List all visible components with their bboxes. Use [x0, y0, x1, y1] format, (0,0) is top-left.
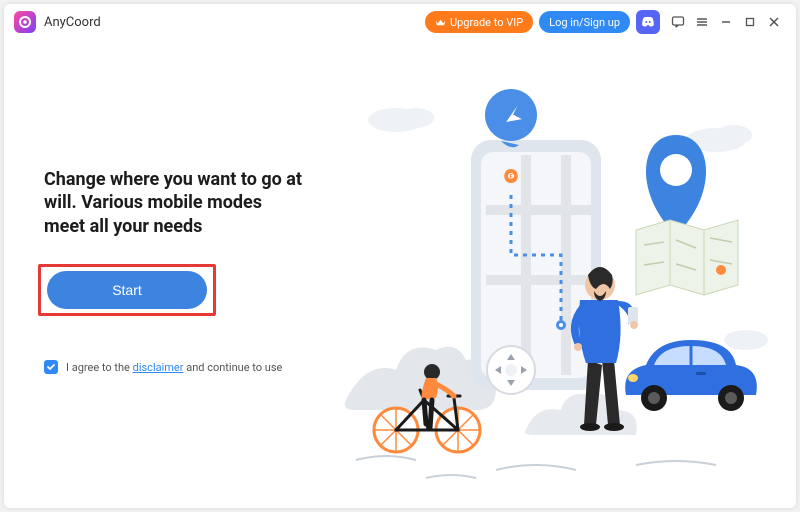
agree-prefix: I agree to the — [66, 361, 133, 374]
message-icon — [671, 15, 685, 29]
agree-row: I agree to the disclaimer and continue t… — [44, 360, 282, 374]
start-button-label: Start — [112, 282, 142, 298]
app-logo-icon — [14, 11, 36, 33]
car-icon — [625, 340, 757, 411]
folded-map-icon — [636, 220, 738, 295]
titlebar: AnyCoord Upgrade to VIP Log in/Sign up — [4, 4, 796, 40]
crown-icon — [435, 17, 446, 28]
close-button[interactable] — [762, 10, 786, 34]
disclaimer-link[interactable]: disclaimer — [133, 361, 184, 374]
agree-checkbox[interactable] — [44, 360, 58, 374]
agree-suffix: and continue to use — [183, 361, 282, 374]
close-icon — [768, 16, 780, 28]
main-area: Change where you want to go at will. Var… — [4, 40, 796, 508]
login-signup-button[interactable]: Log in/Sign up — [539, 11, 630, 33]
left-panel: Change where you want to go at will. Var… — [44, 168, 304, 316]
maximize-button[interactable] — [738, 10, 762, 34]
upgrade-vip-label: Upgrade to VIP — [450, 16, 523, 29]
menu-button[interactable] — [690, 10, 714, 34]
hero-illustration: E — [336, 80, 776, 480]
minimize-icon — [720, 16, 732, 28]
start-highlight-box: Start — [38, 264, 216, 316]
phone-icon: E — [471, 140, 601, 394]
app-title: AnyCoord — [44, 15, 101, 30]
feedback-button[interactable] — [666, 10, 690, 34]
discord-button[interactable] — [636, 10, 660, 34]
check-icon — [46, 362, 56, 372]
login-signup-label: Log in/Sign up — [549, 16, 620, 29]
maximize-icon — [744, 16, 756, 28]
agree-text: I agree to the disclaimer and continue t… — [66, 361, 282, 374]
headline-text: Change where you want to go at will. Var… — [44, 168, 304, 238]
menu-icon — [695, 15, 709, 29]
navigation-bubble-icon — [485, 89, 537, 147]
minimize-button[interactable] — [714, 10, 738, 34]
upgrade-vip-button[interactable]: Upgrade to VIP — [425, 11, 533, 33]
start-button[interactable]: Start — [47, 271, 207, 309]
app-window: AnyCoord Upgrade to VIP Log in/Sign up — [4, 4, 796, 508]
discord-icon — [641, 16, 655, 28]
